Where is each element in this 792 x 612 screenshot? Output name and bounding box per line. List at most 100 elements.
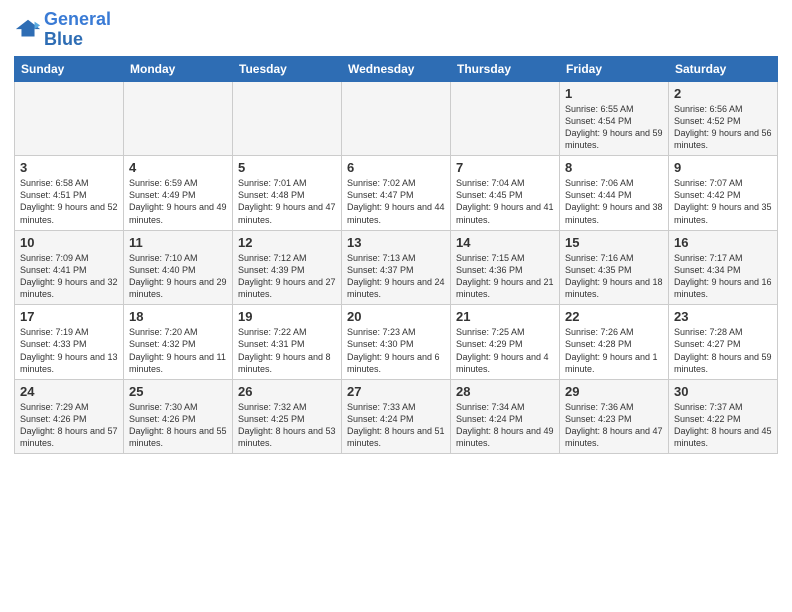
calendar-cell bbox=[451, 81, 560, 156]
weekday-header-tuesday: Tuesday bbox=[233, 56, 342, 81]
calendar-cell: 14 Sunrise: 7:15 AM Sunset: 4:36 PM Dayli… bbox=[451, 230, 560, 305]
calendar-cell bbox=[124, 81, 233, 156]
day-info: Sunrise: 7:09 AM Sunset: 4:41 PM Dayligh… bbox=[20, 252, 118, 301]
page-container: General Blue SundayMondayTuesdayWednesda… bbox=[0, 0, 792, 464]
day-number: 22 bbox=[565, 309, 663, 324]
week-row-4: 17 Sunrise: 7:19 AM Sunset: 4:33 PM Dayli… bbox=[15, 305, 778, 380]
day-number: 19 bbox=[238, 309, 336, 324]
calendar-cell: 30 Sunrise: 7:37 AM Sunset: 4:22 PM Dayli… bbox=[669, 379, 778, 454]
calendar-cell: 3 Sunrise: 6:58 AM Sunset: 4:51 PM Daylig… bbox=[15, 156, 124, 231]
calendar-cell: 2 Sunrise: 6:56 AM Sunset: 4:52 PM Daylig… bbox=[669, 81, 778, 156]
weekday-header-monday: Monday bbox=[124, 56, 233, 81]
day-info: Sunrise: 6:55 AM Sunset: 4:54 PM Dayligh… bbox=[565, 103, 663, 152]
calendar-cell: 15Sunrise: 7:16 AM Sunset: 4:35 PM Dayli… bbox=[560, 230, 669, 305]
day-number: 7 bbox=[456, 160, 554, 175]
calendar-cell bbox=[233, 81, 342, 156]
day-info: Sunrise: 7:01 AM Sunset: 4:48 PM Dayligh… bbox=[238, 177, 336, 226]
day-number: 1 bbox=[565, 86, 663, 101]
day-number: 28 bbox=[456, 384, 554, 399]
day-info: Sunrise: 7:28 AM Sunset: 4:27 PM Dayligh… bbox=[674, 326, 772, 375]
day-number: 8 bbox=[565, 160, 663, 175]
calendar-cell: 26Sunrise: 7:32 AM Sunset: 4:25 PM Dayli… bbox=[233, 379, 342, 454]
day-number: 18 bbox=[129, 309, 227, 324]
calendar-cell: 10 Sunrise: 7:09 AM Sunset: 4:41 PM Dayli… bbox=[15, 230, 124, 305]
day-number: 30 bbox=[674, 384, 772, 399]
day-info: Sunrise: 6:58 AM Sunset: 4:51 PM Dayligh… bbox=[20, 177, 118, 226]
weekday-header-row: SundayMondayTuesdayWednesdayThursdayFrid… bbox=[15, 56, 778, 81]
day-info: Sunrise: 7:37 AM Sunset: 4:22 PM Dayligh… bbox=[674, 401, 772, 450]
week-row-3: 10 Sunrise: 7:09 AM Sunset: 4:41 PM Dayli… bbox=[15, 230, 778, 305]
calendar-cell: 20Sunrise: 7:23 AM Sunset: 4:30 PM Dayli… bbox=[342, 305, 451, 380]
weekday-header-wednesday: Wednesday bbox=[342, 56, 451, 81]
calendar-cell: 9 Sunrise: 7:07 AM Sunset: 4:42 PM Daylig… bbox=[669, 156, 778, 231]
day-info: Sunrise: 7:33 AM Sunset: 4:24 PM Dayligh… bbox=[347, 401, 445, 450]
calendar-cell: 17 Sunrise: 7:19 AM Sunset: 4:33 PM Dayli… bbox=[15, 305, 124, 380]
week-row-1: 1 Sunrise: 6:55 AM Sunset: 4:54 PM Daylig… bbox=[15, 81, 778, 156]
calendar-cell: 11 Sunrise: 7:10 AM Sunset: 4:40 PM Dayli… bbox=[124, 230, 233, 305]
logo: General Blue bbox=[14, 10, 111, 50]
day-info: Sunrise: 7:30 AM Sunset: 4:26 PM Dayligh… bbox=[129, 401, 227, 450]
day-number: 6 bbox=[347, 160, 445, 175]
day-info: Sunrise: 7:12 AM Sunset: 4:39 PM Dayligh… bbox=[238, 252, 336, 301]
day-number: 2 bbox=[674, 86, 772, 101]
day-info: Sunrise: 7:06 AM Sunset: 4:44 PM Dayligh… bbox=[565, 177, 663, 226]
calendar-cell bbox=[15, 81, 124, 156]
day-info: Sunrise: 6:59 AM Sunset: 4:49 PM Dayligh… bbox=[129, 177, 227, 226]
day-number: 21 bbox=[456, 309, 554, 324]
calendar-cell: 24Sunrise: 7:29 AM Sunset: 4:26 PM Dayli… bbox=[15, 379, 124, 454]
day-info: Sunrise: 7:34 AM Sunset: 4:24 PM Dayligh… bbox=[456, 401, 554, 450]
day-number: 4 bbox=[129, 160, 227, 175]
day-info: Sunrise: 7:07 AM Sunset: 4:42 PM Dayligh… bbox=[674, 177, 772, 226]
day-info: Sunrise: 6:56 AM Sunset: 4:52 PM Dayligh… bbox=[674, 103, 772, 152]
day-number: 29 bbox=[565, 384, 663, 399]
day-number: 15 bbox=[565, 235, 663, 250]
logo-text: General Blue bbox=[44, 10, 111, 50]
day-info: Sunrise: 7:15 AM Sunset: 4:36 PM Dayligh… bbox=[456, 252, 554, 301]
calendar-cell: 29Sunrise: 7:36 AM Sunset: 4:23 PM Dayli… bbox=[560, 379, 669, 454]
calendar-cell: 7 Sunrise: 7:04 AM Sunset: 4:45 PM Daylig… bbox=[451, 156, 560, 231]
week-row-2: 3 Sunrise: 6:58 AM Sunset: 4:51 PM Daylig… bbox=[15, 156, 778, 231]
calendar-cell: 12 Sunrise: 7:12 AM Sunset: 4:39 PM Dayli… bbox=[233, 230, 342, 305]
logo-icon bbox=[14, 16, 42, 44]
calendar-cell: 25 Sunrise: 7:30 AM Sunset: 4:26 PM Dayli… bbox=[124, 379, 233, 454]
day-number: 20 bbox=[347, 309, 445, 324]
calendar-cell: 28 Sunrise: 7:34 AM Sunset: 4:24 PM Dayli… bbox=[451, 379, 560, 454]
calendar-table: SundayMondayTuesdayWednesdayThursdayFrid… bbox=[14, 56, 778, 455]
day-number: 9 bbox=[674, 160, 772, 175]
calendar-cell: 4 Sunrise: 6:59 AM Sunset: 4:49 PM Daylig… bbox=[124, 156, 233, 231]
day-number: 14 bbox=[456, 235, 554, 250]
day-number: 16 bbox=[674, 235, 772, 250]
day-number: 24 bbox=[20, 384, 118, 399]
day-number: 5 bbox=[238, 160, 336, 175]
day-number: 3 bbox=[20, 160, 118, 175]
weekday-header-friday: Friday bbox=[560, 56, 669, 81]
calendar-cell: 19 Sunrise: 7:22 AM Sunset: 4:31 PM Dayli… bbox=[233, 305, 342, 380]
calendar-cell: 21Sunrise: 7:25 AM Sunset: 4:29 PM Dayli… bbox=[451, 305, 560, 380]
day-info: Sunrise: 7:10 AM Sunset: 4:40 PM Dayligh… bbox=[129, 252, 227, 301]
day-info: Sunrise: 7:26 AM Sunset: 4:28 PM Dayligh… bbox=[565, 326, 663, 375]
day-info: Sunrise: 7:04 AM Sunset: 4:45 PM Dayligh… bbox=[456, 177, 554, 226]
calendar-cell: 16 Sunrise: 7:17 AM Sunset: 4:34 PM Dayli… bbox=[669, 230, 778, 305]
calendar-cell: 8 Sunrise: 7:06 AM Sunset: 4:44 PM Daylig… bbox=[560, 156, 669, 231]
day-number: 17 bbox=[20, 309, 118, 324]
day-info: Sunrise: 7:17 AM Sunset: 4:34 PM Dayligh… bbox=[674, 252, 772, 301]
day-number: 11 bbox=[129, 235, 227, 250]
day-info: Sunrise: 7:02 AM Sunset: 4:47 PM Dayligh… bbox=[347, 177, 445, 226]
day-number: 27 bbox=[347, 384, 445, 399]
calendar-cell: 6 Sunrise: 7:02 AM Sunset: 4:47 PM Daylig… bbox=[342, 156, 451, 231]
day-info: Sunrise: 7:22 AM Sunset: 4:31 PM Dayligh… bbox=[238, 326, 336, 375]
calendar-cell bbox=[342, 81, 451, 156]
day-number: 25 bbox=[129, 384, 227, 399]
weekday-header-sunday: Sunday bbox=[15, 56, 124, 81]
calendar-cell: 5 Sunrise: 7:01 AM Sunset: 4:48 PM Daylig… bbox=[233, 156, 342, 231]
calendar-cell: 22 Sunrise: 7:26 AM Sunset: 4:28 PM Dayli… bbox=[560, 305, 669, 380]
day-number: 12 bbox=[238, 235, 336, 250]
day-info: Sunrise: 7:20 AM Sunset: 4:32 PM Dayligh… bbox=[129, 326, 227, 375]
day-number: 13 bbox=[347, 235, 445, 250]
day-number: 26 bbox=[238, 384, 336, 399]
day-info: Sunrise: 7:19 AM Sunset: 4:33 PM Dayligh… bbox=[20, 326, 118, 375]
calendar-cell: 27 Sunrise: 7:33 AM Sunset: 4:24 PM Dayli… bbox=[342, 379, 451, 454]
week-row-5: 24Sunrise: 7:29 AM Sunset: 4:26 PM Dayli… bbox=[15, 379, 778, 454]
day-number: 10 bbox=[20, 235, 118, 250]
calendar-cell: 18 Sunrise: 7:20 AM Sunset: 4:32 PM Dayli… bbox=[124, 305, 233, 380]
